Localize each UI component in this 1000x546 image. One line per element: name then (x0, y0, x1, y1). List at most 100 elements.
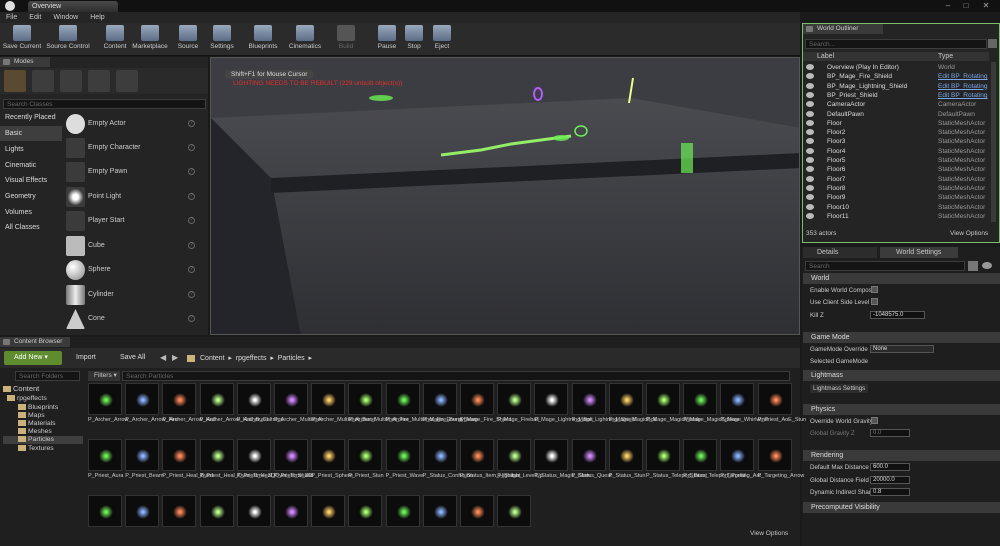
help-icon[interactable]: ? (188, 168, 195, 175)
section-physics[interactable]: Physics (803, 404, 1000, 415)
asset-tile[interactable]: P_Mage_Fire_Shield (460, 383, 511, 423)
help-icon[interactable]: ? (188, 291, 195, 298)
asset-tile[interactable]: P_Mage_MagicBolt (608, 383, 657, 423)
asset-tile[interactable]: P_Priest_Heal_Over_Time_3D (236, 439, 312, 479)
section-world[interactable]: World (803, 273, 1000, 284)
asset-tile[interactable]: P_Status_Item_Highlight (460, 439, 521, 479)
minimize-button[interactable]: – (940, 0, 956, 11)
visibility-eye-icon[interactable] (806, 175, 814, 182)
section-rendering[interactable]: Rendering (803, 450, 1000, 461)
pause-button[interactable]: Pause (374, 25, 400, 55)
back-arrow-icon[interactable]: ◀ (160, 353, 166, 362)
outliner-settings-icon[interactable] (988, 39, 997, 48)
outliner-row[interactable]: Overview (Play In Editor) World (803, 63, 988, 72)
source-button[interactable]: Source (173, 25, 203, 55)
outliner-row-type[interactable]: Edit BP_Rotating (938, 72, 988, 81)
dynamic-indirect-field[interactable]: 0.8 (870, 488, 910, 496)
outliner-row[interactable]: Floor4 StaticMeshActor (803, 147, 988, 156)
breadcrumb-rpgeffects[interactable]: rpgeffects (236, 355, 267, 362)
folder-meshes[interactable]: Meshes (18, 428, 98, 436)
breadcrumb-particles[interactable]: Particles (278, 355, 305, 362)
import-button[interactable]: Import (66, 354, 96, 361)
class-item[interactable]: Cone? (63, 307, 203, 331)
outliner-row[interactable]: CameraActor CameraActor (803, 100, 988, 109)
asset-tile[interactable]: P_Archer_Arrow_Hail (162, 383, 215, 423)
asset-tile[interactable]: P_Status_Magic_Glow (534, 439, 590, 479)
class-item[interactable]: Cylinder? (63, 283, 203, 307)
settings-button[interactable]: Settings (206, 25, 238, 55)
kill-z-field[interactable]: -1048575.0 (870, 311, 925, 319)
asset-tile[interactable]: P_Status_Stun (608, 439, 646, 479)
search-classes-input[interactable]: Search Classes (3, 99, 206, 109)
asset-tile[interactable]: P_Priest_Wave (385, 439, 423, 479)
outliner-row[interactable]: Floor10 StaticMeshActor (803, 203, 988, 212)
asset-tile[interactable] (162, 495, 197, 529)
level-viewport[interactable]: Shift+F1 for Mouse Cursor LIGHTING NEEDS… (210, 57, 800, 335)
help-icon[interactable]: ? (188, 266, 195, 273)
asset-tile[interactable]: P_Archer_Arrow (88, 383, 128, 423)
asset-tile[interactable]: P_Status_Quest (571, 439, 612, 479)
global-gravity-field[interactable]: 0.0 (870, 429, 910, 437)
visibility-eye-icon[interactable] (806, 64, 814, 70)
cinematics-button[interactable]: Cinematics (286, 25, 324, 55)
outliner-row-type[interactable]: Edit BP_Rotating (938, 82, 988, 91)
folder-particles[interactable]: Particles (3, 436, 83, 444)
menu-edit[interactable]: Edit (29, 12, 41, 23)
content-button[interactable]: Content (100, 25, 130, 55)
landscape-mode-icon[interactable] (60, 70, 82, 92)
folder-content[interactable]: Content (3, 385, 83, 393)
asset-tile[interactable]: P_Mage_Fireball (497, 383, 539, 423)
outliner-row[interactable]: DefaultPawn DefaultPawn (803, 110, 988, 119)
help-icon[interactable]: ? (188, 120, 195, 127)
asset-tile[interactable]: P_Archer_Multishot_Burst (311, 383, 375, 423)
outliner-row[interactable]: Floor2 StaticMeshActor (803, 128, 988, 137)
asset-tile[interactable]: P_Mage_Lightning_Bolt (534, 383, 593, 423)
level-tab[interactable]: Overview (28, 1, 118, 12)
menu-file[interactable]: File (6, 12, 17, 23)
asset-tile[interactable]: P_Targeting_Arc (720, 439, 761, 479)
asset-tile[interactable]: P_Mage_MagicSphere (683, 383, 739, 423)
outliner-row[interactable]: Floor StaticMeshActor (803, 119, 988, 128)
menu-help[interactable]: Help (90, 12, 104, 23)
asset-tile[interactable] (422, 495, 457, 529)
col-label[interactable]: Label (817, 52, 834, 61)
visibility-eye-icon[interactable] (806, 119, 814, 126)
menu-window[interactable]: Window (53, 12, 78, 23)
folder-materials[interactable]: Materials (18, 420, 98, 428)
help-icon[interactable]: ? (188, 217, 195, 224)
geometry-mode-icon[interactable] (116, 70, 138, 92)
lightmass-settings[interactable]: Lightmass Settings (810, 384, 869, 393)
blueprints-button[interactable]: Blueprints (245, 25, 281, 55)
asset-tile[interactable] (199, 495, 234, 529)
eject-button[interactable]: Eject (430, 25, 454, 55)
outliner-row[interactable]: BP_Mage_Lightning_Shield Edit BP_Rotating (803, 82, 988, 91)
outliner-row[interactable]: Floor7 StaticMeshActor (803, 175, 988, 184)
details-search-input[interactable]: Search (805, 261, 965, 271)
asset-tile[interactable]: P_Archer_Multishot_Fire (348, 383, 409, 423)
outliner-row-type[interactable]: Edit BP_Rotating (938, 91, 988, 100)
folder-textures[interactable]: Textures (18, 445, 98, 453)
folder-maps[interactable]: Maps (18, 412, 98, 420)
save-current-button[interactable]: Save Current (2, 25, 42, 55)
outliner-row[interactable]: Floor9 StaticMeshActor (803, 193, 988, 202)
asset-tile[interactable]: P_Priest_Sphere (311, 439, 353, 479)
asset-tile[interactable]: P_Archer_Arrow_Fire (125, 383, 178, 423)
tab-world-settings[interactable]: World Settings (880, 247, 958, 258)
asset-tile[interactable]: P_Priest_Heal_Over_Time_3D (199, 439, 275, 479)
marketplace-button[interactable]: Marketplace (130, 25, 170, 55)
outliner-row[interactable]: BP_Priest_Shield Edit BP_Rotating (803, 91, 988, 100)
visibility-eye-icon[interactable] (806, 138, 814, 145)
use-client-side-level-checkbox[interactable] (871, 298, 878, 305)
section-lightmass[interactable]: Lightmass (803, 370, 1000, 381)
outliner-search-input[interactable]: Search... (805, 39, 987, 49)
visibility-eye-icon[interactable] (806, 212, 814, 219)
asset-tile[interactable]: P_Archer_Multishot_Fire_Burst (385, 383, 462, 423)
asset-tile[interactable] (311, 495, 346, 529)
search-folders-input[interactable]: Search Folders (15, 371, 80, 381)
asset-tile[interactable]: P_Status_LevelUp (497, 439, 543, 479)
asset-tile[interactable]: P_Status_Confusion (422, 439, 473, 479)
asset-tile[interactable]: P_Priest_Aura (88, 439, 123, 479)
class-item[interactable]: Player Start? (63, 209, 203, 233)
forward-arrow-icon[interactable]: ▶ (172, 353, 178, 362)
tab-details[interactable]: Details (803, 247, 877, 258)
